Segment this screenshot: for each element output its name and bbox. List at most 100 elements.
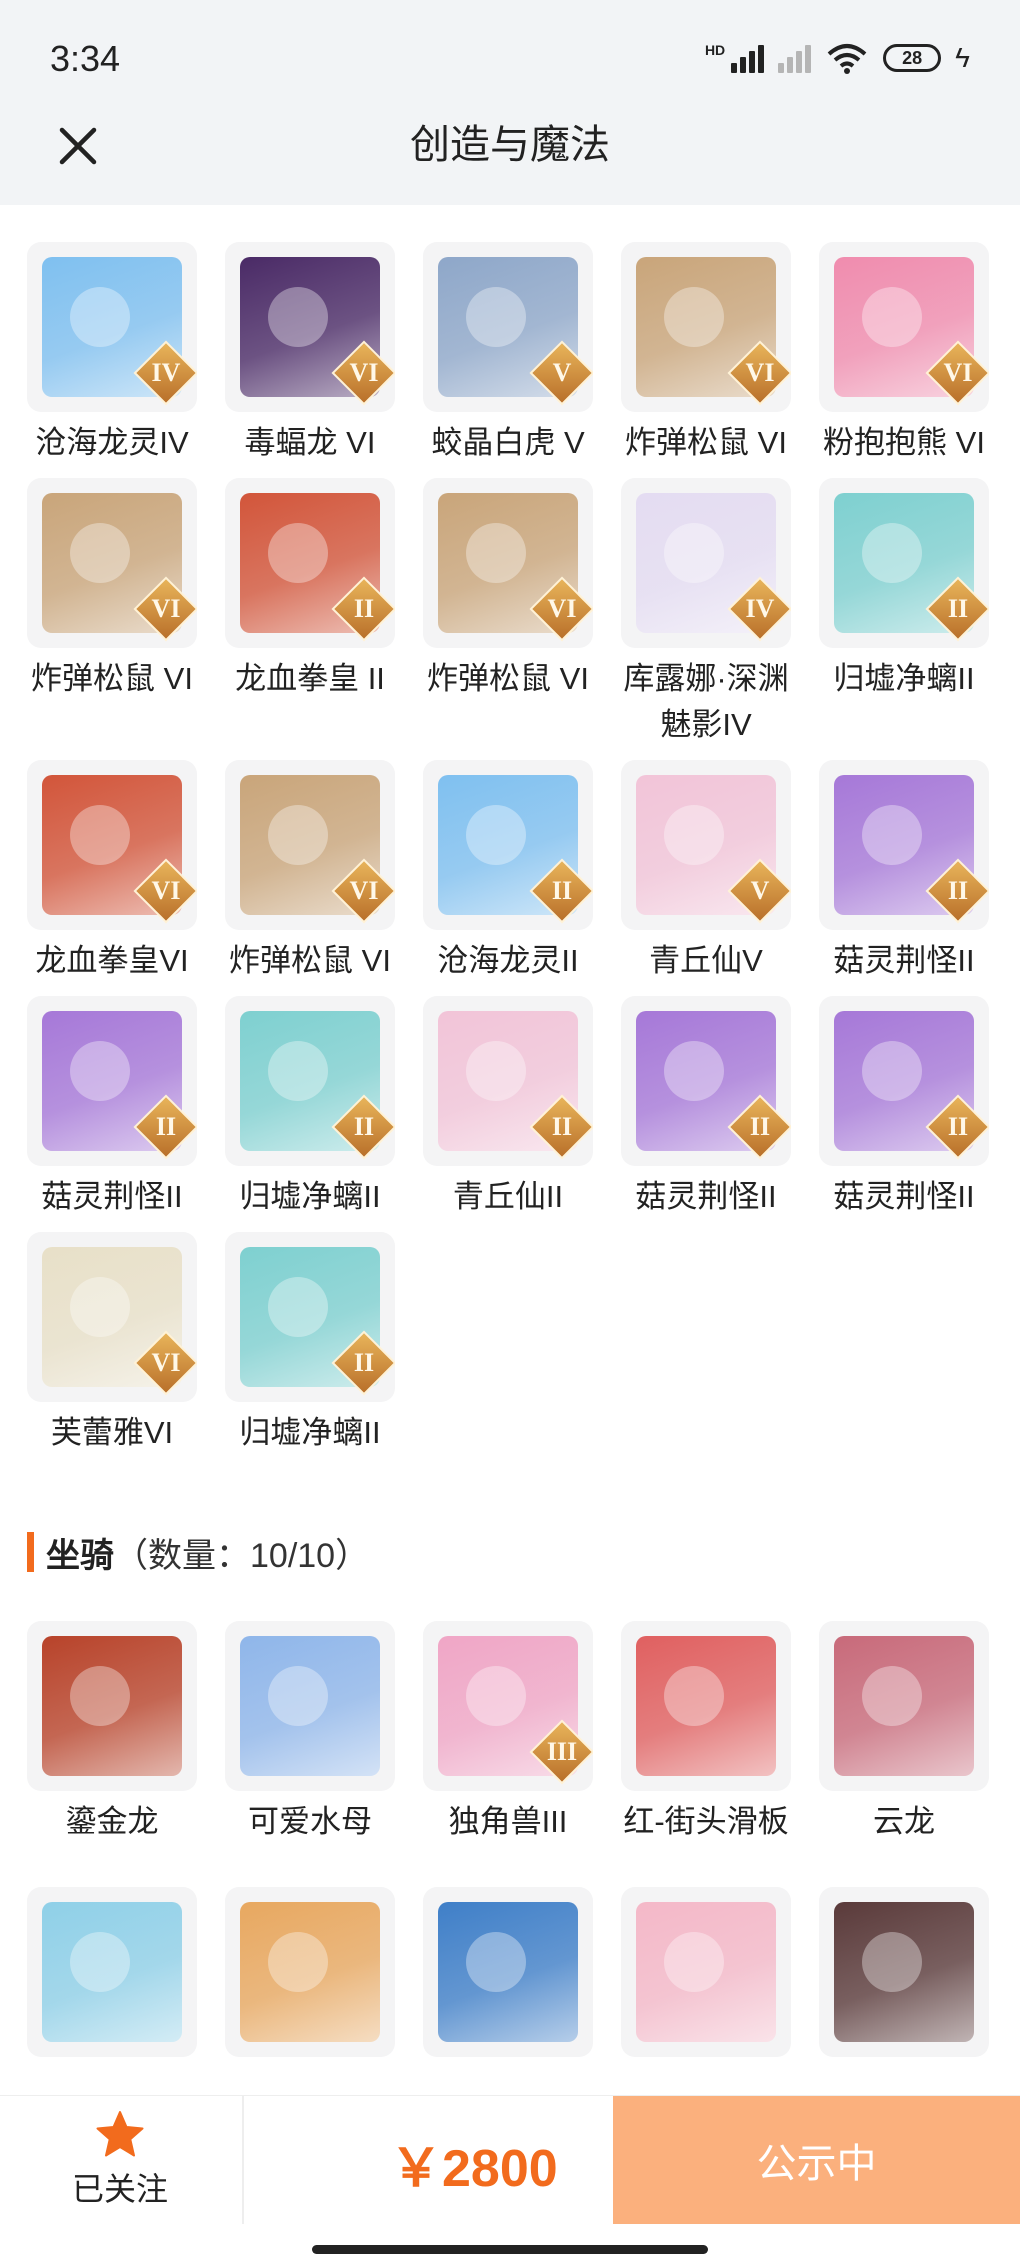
mount-item[interactable]: 红-街头滑板 — [621, 1621, 791, 1845]
mounts-section-header: 坐骑 （数量：10/10） — [27, 1528, 1020, 1576]
tier-badge-text: V — [750, 876, 770, 905]
item-label: 菇灵荆怪II — [833, 1179, 975, 1214]
tier-badge-text: V — [552, 358, 572, 387]
tier-badge-text: II — [947, 1112, 969, 1141]
bottom-action-bar: 已关注 ￥2800 公示中 — [0, 2095, 1020, 2224]
tier-badge-text: II — [353, 594, 375, 623]
item-label: 龙血拳皇 II — [235, 661, 385, 696]
pet-item[interactable]: VI 炸弹松鼠 VI — [621, 242, 791, 466]
battery-icon: 28 — [883, 44, 942, 72]
pet-item[interactable]: VI 粉抱抱熊 VI — [819, 242, 989, 466]
status-button-label: 公示中 — [756, 2142, 877, 2186]
item-label: 毒蝠龙 VI — [244, 425, 376, 460]
item-thumbnail: II — [225, 1232, 395, 1402]
item-label: 炸弹松鼠 VI — [427, 661, 589, 696]
item-thumbnail: VI — [27, 478, 197, 648]
star-icon — [96, 2111, 144, 2157]
item-label: 沧海龙灵II — [437, 943, 579, 978]
charging-icon: ϟ — [955, 42, 970, 73]
item-thumbnail — [423, 1887, 593, 2057]
item-thumbnail: VI — [27, 1232, 197, 1402]
pet-item[interactable]: VI 炸弹松鼠 VI — [423, 478, 593, 748]
mount-item[interactable]: 鎏金龙 — [27, 1621, 197, 1845]
pet-item[interactable]: II 沧海龙灵II — [423, 760, 593, 984]
page-title: 创造与魔法 — [410, 123, 610, 167]
item-thumbnail: II — [423, 760, 593, 930]
tier-badge-text: II — [353, 1348, 375, 1377]
pet-item[interactable]: II 归墟净螭II — [819, 478, 989, 748]
status-button[interactable]: 公示中 — [613, 2096, 1020, 2224]
mount-item[interactable]: III 独角兽III — [423, 1621, 593, 1845]
section-title: 坐骑 — [46, 1536, 114, 1575]
item-artwork — [636, 1636, 776, 1776]
mount-item[interactable] — [621, 1887, 791, 2065]
tier-badge-text: VI — [349, 358, 379, 387]
item-label: 沧海龙灵IV — [35, 425, 189, 460]
item-thumbnail: II — [819, 760, 989, 930]
mount-item[interactable]: 云龙 — [819, 1621, 989, 1845]
item-thumbnail: II — [819, 478, 989, 648]
status-bar: 3:34 HD 28 ϟ — [0, 0, 1020, 110]
pet-item[interactable]: IV 沧海龙灵IV — [27, 242, 197, 466]
mount-item[interactable]: 可爱水母 — [225, 1621, 395, 1845]
mount-item[interactable] — [819, 1887, 989, 2065]
item-label: 粉抱抱熊 VI — [823, 425, 985, 460]
item-label: 云龙 — [873, 1804, 935, 1839]
item-thumbnail — [225, 1621, 395, 1791]
pet-item[interactable]: VI 炸弹松鼠 VI — [27, 478, 197, 748]
follow-button[interactable]: 已关注 — [40, 2096, 200, 2224]
item-thumbnail: II — [225, 996, 395, 1166]
item-thumbnail — [225, 1887, 395, 2057]
pet-item[interactable]: II 归墟净螭II — [225, 996, 395, 1220]
mount-item[interactable] — [225, 1887, 395, 2065]
pet-item[interactable]: II 归墟净螭II — [225, 1232, 395, 1456]
item-label: 鎏金龙 — [65, 1804, 159, 1839]
pet-item[interactable]: II 龙血拳皇 II — [225, 478, 395, 748]
item-artwork — [240, 1902, 380, 2042]
item-label: 独角兽III — [448, 1804, 568, 1839]
price: ￥2800 — [390, 2140, 558, 2198]
content-scroll-area[interactable]: IV 沧海龙灵IV VI 毒蝠龙 VI V 蛟晶白虎 V VI 炸弹松鼠 VI VI 粉抱抱熊 V… — [0, 205, 1020, 2095]
item-thumbnail: V — [621, 760, 791, 930]
pet-item[interactable]: II 菇灵荆怪II — [819, 760, 989, 984]
pet-item[interactable]: VI 毒蝠龙 VI — [225, 242, 395, 466]
item-thumbnail: V — [423, 242, 593, 412]
pet-item[interactable]: VI 龙血拳皇VI — [27, 760, 197, 984]
item-label: 炸弹松鼠 VI — [31, 661, 193, 696]
item-thumbnail: VI — [819, 242, 989, 412]
network-type-label: HD — [704, 42, 726, 58]
tier-badge-text: VI — [151, 594, 181, 623]
item-thumbnail: VI — [225, 242, 395, 412]
status-icons: HD 28 ϟ — [705, 42, 970, 74]
mount-item[interactable] — [27, 1887, 197, 2065]
pet-item[interactable]: VI 芙蕾雅VI — [27, 1232, 197, 1456]
pets-grid: IV 沧海龙灵IV VI 毒蝠龙 VI V 蛟晶白虎 V VI 炸弹松鼠 VI VI 粉抱抱熊 V… — [0, 242, 1020, 1468]
tier-badge-text: III — [546, 1737, 578, 1766]
tier-badge-text: II — [551, 1112, 573, 1141]
item-thumbnail: II — [27, 996, 197, 1166]
home-indicator — [312, 2245, 708, 2254]
pet-item[interactable]: V 青丘仙V — [621, 760, 791, 984]
item-label: 红-街头滑板 — [623, 1804, 789, 1839]
pet-item[interactable]: II 菇灵荆怪II — [819, 996, 989, 1220]
pet-item[interactable]: II 菇灵荆怪II — [27, 996, 197, 1220]
pet-item[interactable]: V 蛟晶白虎 V — [423, 242, 593, 466]
pet-item[interactable]: II 青丘仙II — [423, 996, 593, 1220]
battery-level: 28 — [902, 47, 923, 68]
item-label: 归墟净螭II — [239, 1415, 381, 1450]
tier-badge-text: VI — [151, 1348, 181, 1377]
mount-item[interactable] — [423, 1887, 593, 2065]
item-label: 菇灵荆怪II — [41, 1179, 183, 1214]
item-label: 可爱水母 — [248, 1804, 372, 1839]
item-artwork — [636, 1902, 776, 2042]
pet-item[interactable]: II 菇灵荆怪II — [621, 996, 791, 1220]
item-label: 蛟晶白虎 V — [431, 425, 585, 460]
item-label: 菇灵荆怪II — [833, 943, 975, 978]
divider — [242, 2096, 244, 2224]
tier-badge-text: IV — [745, 594, 775, 623]
tier-badge-text: IV — [151, 358, 181, 387]
item-label: 库露娜·深渊魅影IV — [623, 661, 789, 742]
pet-item[interactable]: IV 库露娜·深渊魅影IV — [621, 478, 791, 748]
signal-icon — [731, 43, 765, 73]
pet-item[interactable]: VI 炸弹松鼠 VI — [225, 760, 395, 984]
